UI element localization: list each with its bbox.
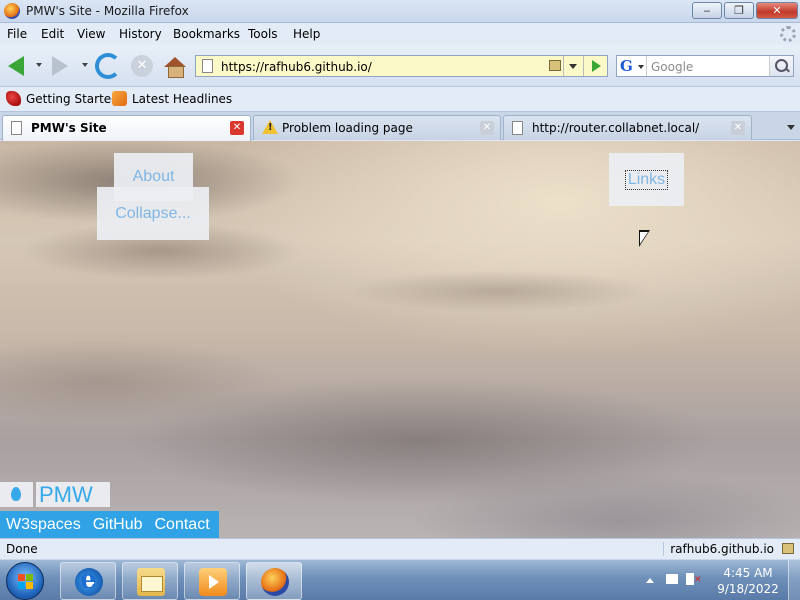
show-hidden-icons-icon[interactable] <box>646 578 654 583</box>
tab-problem-loading[interactable]: Problem loading page ✕ <box>253 115 501 140</box>
tab-router-collabnet[interactable]: http://router.collabnet.local/ ✕ <box>503 115 752 140</box>
stop-button[interactable] <box>128 52 156 80</box>
close-tab-icon[interactable]: ✕ <box>731 121 745 135</box>
tab-label: http://router.collabnet.local/ <box>532 121 700 135</box>
bookmark-label: Getting Started <box>26 91 119 106</box>
footer-link-contact[interactable]: Contact <box>155 516 210 534</box>
tab-label: Problem loading page <box>282 121 413 135</box>
clock[interactable]: 4:45 AM 9/18/2022 <box>710 565 786 597</box>
internet-explorer-icon <box>75 565 103 596</box>
footer-nav: W3spaces GitHub Contact <box>0 511 219 538</box>
bookmark-latest-headlines[interactable]: Latest Headlines <box>112 91 232 106</box>
maximize-button[interactable]: ❐ <box>724 2 754 19</box>
tab-strip: PMW's Site ✕ Problem loading page ✕ http… <box>0 112 800 141</box>
taskbar-media-player[interactable] <box>184 562 240 600</box>
start-button[interactable] <box>6 562 44 600</box>
warning-icon <box>262 120 278 134</box>
bookmarks-toolbar: Getting Started Latest Headlines <box>0 87 800 112</box>
close-window-button[interactable]: ✕ <box>756 2 798 19</box>
footer-link-w3spaces[interactable]: W3spaces <box>6 516 81 534</box>
menu-help[interactable]: Help <box>293 27 320 41</box>
volume-muted-icon[interactable] <box>686 573 702 585</box>
folder-icon <box>137 568 165 596</box>
firefox-icon <box>261 568 289 596</box>
lock-icon[interactable] <box>549 60 561 71</box>
page-icon <box>202 59 213 73</box>
window-title: PMW's Site - Mozilla Firefox <box>26 4 189 18</box>
logo-text: PMW <box>36 482 110 507</box>
page-icon <box>11 121 22 135</box>
taskbar-windows-explorer[interactable] <box>122 562 178 600</box>
title-bar: PMW's Site - Mozilla Firefox ‒ ❐ ✕ <box>0 0 800 23</box>
rss-icon <box>112 91 127 106</box>
search-icon[interactable] <box>769 56 793 76</box>
system-tray: 4:45 AM 9/18/2022 <box>640 560 800 600</box>
menu-history[interactable]: History <box>119 27 162 41</box>
close-tab-icon[interactable]: ✕ <box>230 121 244 135</box>
tab-label: PMW's Site <box>31 121 107 135</box>
menu-bookmarks[interactable]: Bookmarks <box>173 27 240 41</box>
lock-icon[interactable] <box>782 543 794 554</box>
menu-tools[interactable]: Tools <box>248 27 278 41</box>
forward-button[interactable] <box>46 52 74 80</box>
page-content: About Collapse... Links PMW W3spaces Git… <box>0 141 800 538</box>
menu-bar: File Edit View History Bookmarks Tools H… <box>0 23 800 45</box>
close-tab-icon[interactable]: ✕ <box>480 121 494 135</box>
forward-history-dropdown-icon[interactable] <box>82 63 88 67</box>
menu-file[interactable]: File <box>7 27 27 41</box>
tab-pmws-site[interactable]: PMW's Site ✕ <box>2 115 251 141</box>
footer-link-github[interactable]: GitHub <box>93 516 143 534</box>
site-logo[interactable]: PMW <box>0 482 110 507</box>
minimize-button[interactable]: ‒ <box>692 2 722 19</box>
action-center-flag-icon[interactable] <box>666 574 678 584</box>
taskbar-internet-explorer[interactable] <box>60 562 116 600</box>
links-label: Links <box>624 169 669 190</box>
mouse-pointer-icon <box>639 230 650 247</box>
status-text: Done <box>6 542 38 556</box>
home-button[interactable] <box>161 52 189 80</box>
status-bar: Done rafhub6.github.io <box>0 538 800 559</box>
water-drop-icon <box>0 482 33 507</box>
bookmark-label: Latest Headlines <box>132 91 233 106</box>
clock-date: 9/18/2022 <box>717 582 779 596</box>
show-desktop-button[interactable] <box>788 560 800 600</box>
firefox-logo-icon <box>4 3 20 19</box>
menu-view[interactable]: View <box>77 27 105 41</box>
google-icon: G <box>620 57 633 75</box>
go-button[interactable] <box>583 56 607 76</box>
activity-throbber-icon <box>780 26 796 42</box>
collapse-link[interactable]: Collapse... <box>97 187 209 240</box>
window-controls: ‒ ❐ ✕ <box>692 2 798 19</box>
url-input[interactable] <box>221 59 541 75</box>
links-button[interactable]: Links <box>609 153 684 206</box>
search-engine-selector[interactable]: G <box>617 56 647 76</box>
clock-time: 4:45 AM <box>723 566 773 580</box>
taskbar-firefox[interactable] <box>246 562 302 600</box>
back-history-dropdown-icon[interactable] <box>36 63 42 67</box>
menu-edit[interactable]: Edit <box>41 27 64 41</box>
url-history-dropdown[interactable] <box>563 56 581 76</box>
tab-list-dropdown-icon[interactable] <box>784 120 798 134</box>
bookmark-getting-started[interactable]: Getting Started <box>6 91 119 106</box>
search-input[interactable] <box>651 59 769 75</box>
back-button[interactable] <box>2 52 30 80</box>
firefox-bookmark-icon <box>6 91 21 106</box>
page-icon <box>512 121 523 135</box>
media-player-icon <box>199 568 227 596</box>
search-bar[interactable]: G <box>616 55 794 77</box>
address-bar[interactable] <box>195 55 608 77</box>
reload-button[interactable] <box>94 52 122 80</box>
taskbar: 4:45 AM 9/18/2022 <box>0 559 800 600</box>
navigation-toolbar: G <box>0 45 800 87</box>
status-host: rafhub6.github.io <box>663 542 774 556</box>
